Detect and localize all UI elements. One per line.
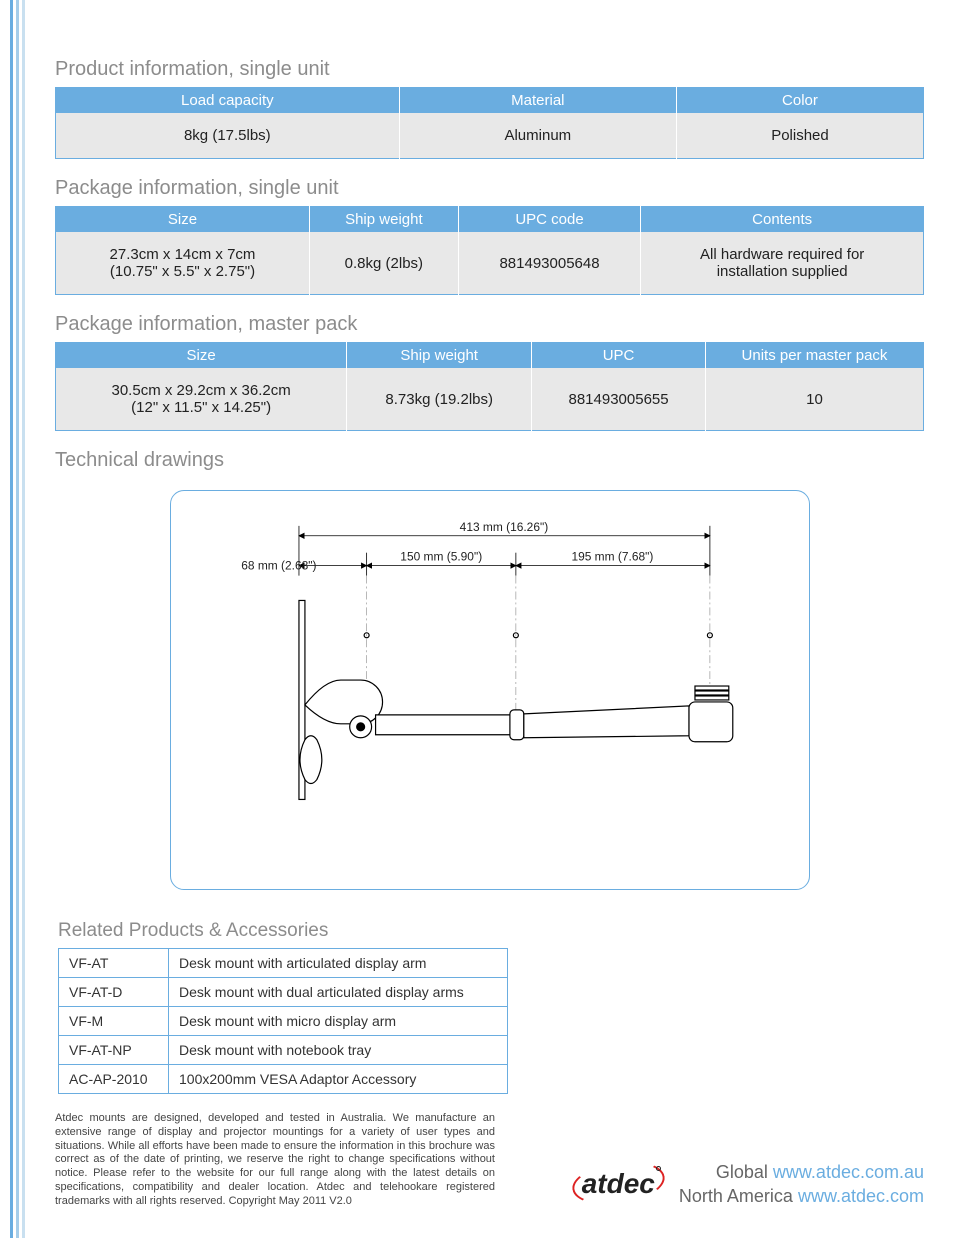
global-label: Global [716,1162,768,1182]
size-m-line1: 30.5cm x 29.2cm x 36.2cm [64,382,338,399]
dim-seg2: 150 mm (5.90") [400,550,482,564]
section-title-package-master: Package information, master pack [55,313,924,336]
drawing-svg: 413 mm (16.26") 68 mm (2.68") 150 mm (5.… [171,491,809,889]
size-line1: 27.3cm x 14cm x 7cm [64,246,301,263]
table-related: VF-AT Desk mount with articulated displa… [58,948,508,1094]
related-row: VF-AT-D Desk mount with dual articulated… [59,978,508,1007]
table-package-master: Size Ship weight UPC Units per master pa… [55,342,924,431]
th-size: Size [56,207,310,233]
technical-drawing: 413 mm (16.26") 68 mm (2.68") 150 mm (5.… [170,490,810,890]
td-load-capacity: 8kg (17.5lbs) [56,113,400,159]
td-material: Aluminum [399,113,676,159]
th-units: Units per master pack [705,343,923,369]
size-line2: (10.75" x 5.5" x 2.75") [64,263,301,280]
td-units-m: 10 [705,368,923,431]
contact-global: Global www.atdec.com.au [679,1160,924,1184]
dim-total: 413 mm (16.26") [459,520,548,534]
table-package-single: Size Ship weight UPC code Contents 27.3c… [55,206,924,295]
th-material: Material [399,88,676,114]
na-url[interactable]: www.atdec.com [798,1186,924,1206]
global-url[interactable]: www.atdec.com.au [773,1162,924,1182]
related-code: VF-AT-D [59,978,169,1007]
td-ship-weight: 0.8kg (2lbs) [310,232,459,295]
section-title-package-single: Package information, single unit [55,177,924,200]
disclaimer-text: Atdec mounts are designed, developed and… [55,1112,495,1208]
dim-seg3: 195 mm (7.68") [571,550,653,564]
size-m-line2: (12" x 11.5" x 14.25") [64,399,338,416]
related-row: VF-AT-NP Desk mount with notebook tray [59,1036,508,1065]
section-title-related: Related Products & Accessories [58,920,924,942]
related-desc: 100x200mm VESA Adaptor Accessory [169,1065,508,1094]
related-code: AC-AP-2010 [59,1065,169,1094]
spec-sheet-page: Product information, single unit Load ca… [0,0,954,1238]
related-desc: Desk mount with notebook tray [169,1036,508,1065]
related-desc: Desk mount with micro display arm [169,1007,508,1036]
related-row: VF-M Desk mount with micro display arm [59,1007,508,1036]
section-title-product-single: Product information, single unit [55,58,924,81]
th-upc-code: UPC code [458,207,641,233]
na-label: North America [679,1186,793,1206]
footer-right: atdec Global www.atdec.com.au North Amer… [525,1160,924,1209]
contact-na: North America www.atdec.com [679,1184,924,1208]
th-color: Color [676,88,923,114]
th-contents: Contents [641,207,924,233]
dim-seg1: 68 mm (2.68") [241,559,316,573]
contents-line2: installation supplied [649,263,915,280]
footer: Atdec mounts are designed, developed and… [55,1112,924,1208]
contents-line1: All hardware required for [649,246,915,263]
td-size-m: 30.5cm x 29.2cm x 36.2cm (12" x 11.5" x … [56,368,347,431]
contact-block: Global www.atdec.com.au North America ww… [679,1160,924,1209]
table-product-single: Load capacity Material Color 8kg (17.5lb… [55,87,924,159]
related-code: VF-AT [59,949,169,978]
related-row: AC-AP-2010 100x200mm VESA Adaptor Access… [59,1065,508,1094]
td-upc: 881493005648 [458,232,641,295]
th-upc-m: UPC [532,343,706,369]
related-desc: Desk mount with dual articulated display… [169,978,508,1007]
td-ship-weight-m: 8.73kg (19.2lbs) [347,368,532,431]
td-contents: All hardware required for installation s… [641,232,924,295]
td-size: 27.3cm x 14cm x 7cm (10.75" x 5.5" x 2.7… [56,232,310,295]
logo-reg-mark-icon [656,1166,661,1171]
td-color: Polished [676,113,923,159]
related-desc: Desk mount with articulated display arm [169,949,508,978]
td-upc-m: 881493005655 [532,368,706,431]
related-row: VF-AT Desk mount with articulated displa… [59,949,508,978]
related-code: VF-M [59,1007,169,1036]
section-title-drawings: Technical drawings [55,449,924,472]
logo-text: atdec [582,1168,655,1199]
related-code: VF-AT-NP [59,1036,169,1065]
th-ship-weight-m: Ship weight [347,343,532,369]
th-ship-weight: Ship weight [310,207,459,233]
th-size-m: Size [56,343,347,369]
th-load-capacity: Load capacity [56,88,400,114]
atdec-logo: atdec [578,1168,659,1200]
